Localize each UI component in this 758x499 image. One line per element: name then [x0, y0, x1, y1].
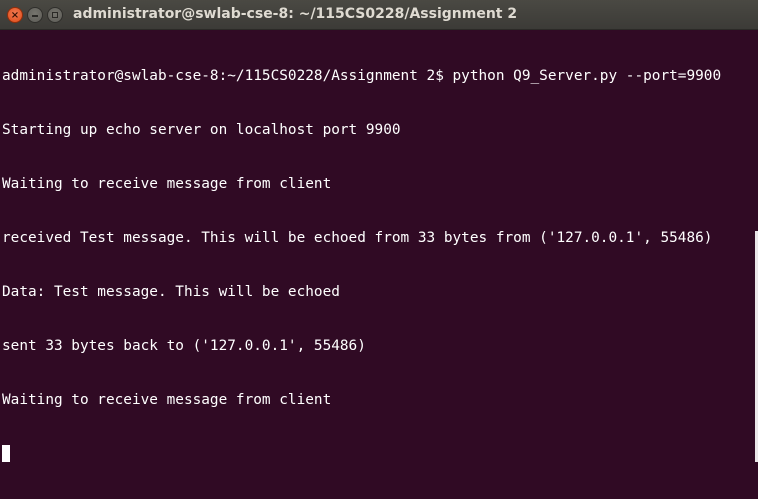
- terminal-line: administrator@swlab-cse-8:~/115CS0228/As…: [2, 68, 722, 84]
- minimize-button[interactable]: [27, 7, 43, 23]
- terminal-line: Data: Test message. This will be echoed: [2, 284, 340, 300]
- maximize-button[interactable]: [47, 7, 63, 23]
- minimize-icon: [32, 15, 38, 17]
- terminal-line: Waiting to receive message from client: [2, 392, 332, 408]
- terminal-output[interactable]: administrator@swlab-cse-8:~/115CS0228/As…: [2, 31, 750, 462]
- maximize-icon: [52, 12, 58, 18]
- cursor-line: [2, 445, 750, 463]
- text-cursor: [2, 445, 10, 462]
- terminal-line: Waiting to receive message from client: [2, 176, 332, 192]
- terminal-line: Starting up echo server on localhost por…: [2, 122, 401, 138]
- window-title: administrator@swlab-cse-8: ~/115CS0228/A…: [73, 6, 518, 22]
- terminal-line: received Test message. This will be echo…: [2, 230, 713, 246]
- close-button[interactable]: ×: [7, 7, 23, 23]
- close-icon: ×: [10, 10, 20, 21]
- terminal-line: sent 33 bytes back to ('127.0.0.1', 5548…: [2, 338, 366, 354]
- terminal-window: × administrator@swlab-cse-8: ~/115CS0228…: [0, 0, 758, 462]
- title-bar[interactable]: × administrator@swlab-cse-8: ~/115CS0228…: [0, 0, 758, 30]
